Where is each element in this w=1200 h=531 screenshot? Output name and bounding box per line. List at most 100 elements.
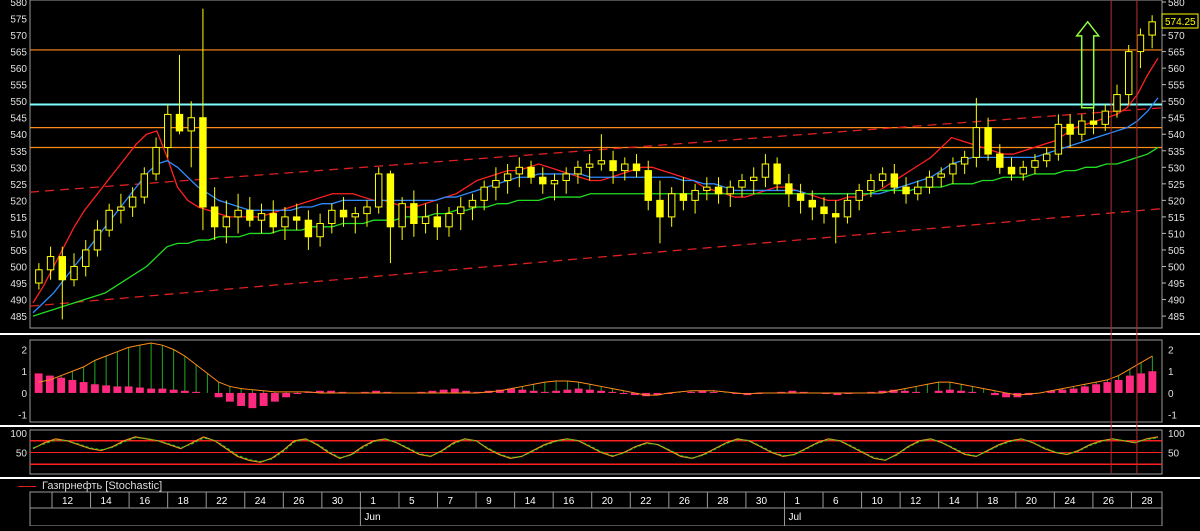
y-tick-label-right: 485 xyxy=(1168,312,1185,323)
y-tick-label-left: 560 xyxy=(10,64,27,75)
candle-body xyxy=(1148,21,1156,36)
candle-body xyxy=(726,186,734,195)
candle-body xyxy=(785,183,793,195)
date-tick-label: 28 xyxy=(717,496,729,507)
candle-body xyxy=(433,216,442,228)
date-tick-label: 18 xyxy=(178,496,190,507)
candle-body xyxy=(374,173,383,208)
candle-body xyxy=(1136,34,1145,53)
y-tick-label-right: 525 xyxy=(1168,180,1185,191)
macd-y-tick-right: -1 xyxy=(1168,411,1177,422)
candle-body xyxy=(257,213,266,221)
candle-body xyxy=(503,173,512,182)
macd-y-tick-right: 0 xyxy=(1168,389,1174,400)
candle-body xyxy=(222,216,231,228)
candle-body xyxy=(117,206,125,211)
date-tick-label: 7 xyxy=(448,496,454,507)
stoch-y-tick-left: 100 xyxy=(10,429,27,440)
candle-body xyxy=(281,216,289,228)
date-tick-label: 14 xyxy=(101,496,113,507)
candle-body xyxy=(386,173,395,228)
candle-body xyxy=(445,213,453,228)
date-tick-label: 22 xyxy=(640,496,652,507)
date-tick-label: 20 xyxy=(1026,496,1038,507)
macd-y-tick-right: 2 xyxy=(1168,346,1174,357)
candle-body xyxy=(527,166,535,178)
candle-body xyxy=(996,153,1004,168)
candle-body xyxy=(140,173,149,198)
y-tick-label-right: 495 xyxy=(1168,279,1185,290)
y-tick-label-left: 530 xyxy=(10,163,27,174)
date-tick-label: 9 xyxy=(486,496,492,507)
month-label: Jul xyxy=(788,512,801,523)
candle-body xyxy=(152,146,160,175)
candle-body xyxy=(1124,51,1133,96)
y-tick-label-right: 545 xyxy=(1168,114,1185,125)
candle-body xyxy=(339,209,348,218)
y-tick-label-left: 500 xyxy=(10,262,27,273)
candle-body xyxy=(878,173,887,182)
date-tick-label: 5 xyxy=(409,496,415,507)
y-tick-label-left: 515 xyxy=(10,213,27,224)
macd-y-tick-right: 1 xyxy=(1168,367,1174,378)
legend-swatch xyxy=(18,485,36,487)
date-tick-label: 16 xyxy=(139,496,151,507)
candle-body xyxy=(316,223,324,238)
candle-body xyxy=(1113,94,1121,112)
candle-body xyxy=(82,249,90,267)
date-tick-label: 1 xyxy=(370,496,376,507)
y-tick-label-left: 555 xyxy=(10,81,27,92)
candle-body xyxy=(937,173,945,178)
candle-body xyxy=(70,265,78,281)
candle-body xyxy=(562,173,570,182)
date-tick-label: 24 xyxy=(1064,496,1076,507)
candle-body xyxy=(210,206,219,228)
candle-body xyxy=(984,127,992,155)
y-tick-label-right: 535 xyxy=(1168,147,1185,158)
macd-y-tick-left: 1 xyxy=(21,367,27,378)
candle-body xyxy=(410,203,418,225)
stock-chart[interactable]: 4854854904904954955005005055055105105155… xyxy=(0,0,1200,527)
candle-body xyxy=(1042,153,1051,162)
date-tick-label: 10 xyxy=(872,496,884,507)
candle-body xyxy=(773,163,781,185)
candle-body xyxy=(363,206,371,215)
candle-body xyxy=(175,113,184,132)
candle-body xyxy=(902,186,910,195)
y-tick-label-right: 505 xyxy=(1168,246,1185,257)
y-tick-label-left: 495 xyxy=(10,279,27,290)
date-tick-label: 24 xyxy=(255,496,267,507)
candle-body xyxy=(1089,120,1098,125)
candle-body xyxy=(46,256,55,271)
candle-body xyxy=(1031,160,1039,168)
y-tick-label-right: 490 xyxy=(1168,296,1185,307)
candle-body xyxy=(714,186,723,195)
y-tick-label-right: 540 xyxy=(1168,130,1185,141)
candle-body xyxy=(246,209,254,221)
y-tick-label-right: 560 xyxy=(1168,64,1185,75)
candle-body xyxy=(820,206,828,215)
candle-body xyxy=(703,186,711,191)
candle-body xyxy=(1019,166,1027,175)
candle-body xyxy=(796,193,805,201)
y-tick-label-right: 570 xyxy=(1168,31,1185,42)
candle-body xyxy=(234,209,242,218)
candle-body xyxy=(1007,166,1016,175)
candle-body xyxy=(187,117,195,132)
y-tick-label-left: 520 xyxy=(10,196,27,207)
y-tick-label-left: 490 xyxy=(10,296,27,307)
macd-panel[interactable] xyxy=(29,339,1163,423)
candle-body xyxy=(35,269,43,284)
y-tick-label-left: 535 xyxy=(10,147,27,158)
candle-body xyxy=(914,186,922,195)
y-tick-label-right: 565 xyxy=(1168,48,1185,59)
date-tick-label: 30 xyxy=(332,496,344,507)
candle-body xyxy=(574,166,582,175)
macd-y-tick-left: 0 xyxy=(21,389,27,400)
candle-body xyxy=(539,176,547,185)
date-tick-label: 12 xyxy=(62,496,74,507)
y-tick-label-left: 505 xyxy=(10,246,27,257)
candle-body xyxy=(749,176,758,182)
y-tick-label-right: 530 xyxy=(1168,163,1185,174)
candle-body xyxy=(972,127,981,158)
